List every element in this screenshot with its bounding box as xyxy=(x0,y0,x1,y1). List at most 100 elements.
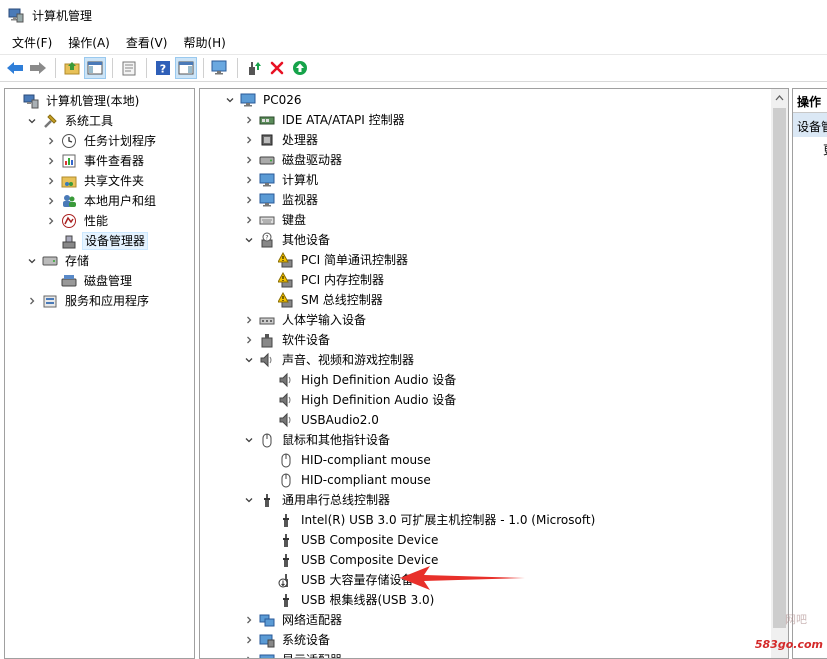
device-tree-row[interactable]: High Definition Audio 设备 xyxy=(262,390,458,410)
device-tree-label: 其他设备 xyxy=(282,233,331,247)
collapse-toggle[interactable] xyxy=(26,255,38,267)
expand-toggle[interactable] xyxy=(45,215,57,227)
show-tree-button[interactable] xyxy=(84,57,106,79)
device-tree-row[interactable]: 软件设备 xyxy=(243,330,332,350)
device-tree-row[interactable]: 磁盘驱动器 xyxy=(243,150,344,170)
menu-action[interactable]: 操作(A) xyxy=(60,32,118,53)
device-tree-row[interactable]: USBAudio2.0 xyxy=(262,410,381,430)
collapse-toggle[interactable] xyxy=(26,115,38,127)
console-tree-row[interactable]: 性能 xyxy=(45,211,110,231)
device-tree-label: USB Composite Device xyxy=(301,533,439,547)
help-button[interactable]: ? xyxy=(152,57,174,79)
back-button[interactable] xyxy=(4,57,26,79)
expand-toggle[interactable] xyxy=(26,295,38,307)
chevron-down-icon xyxy=(226,98,234,103)
forward-icon xyxy=(30,62,46,74)
menu-view[interactable]: 查看(V) xyxy=(118,32,176,53)
device-tree-row[interactable]: 计算机 xyxy=(243,170,320,190)
device-tree-row[interactable]: Intel(R) USB 3.0 可扩展主机控制器 - 1.0 (Microso… xyxy=(262,510,597,530)
action-pane-button[interactable] xyxy=(175,57,197,79)
console-tree-row[interactable]: 事件查看器 xyxy=(45,151,146,171)
console-tree-row[interactable]: 设备管理器 xyxy=(45,231,149,251)
device-tree-row[interactable]: 声音、视频和游戏控制器 xyxy=(243,350,416,370)
enable-button[interactable] xyxy=(289,57,311,79)
device-tree-row[interactable]: 鼠标和其他指针设备 xyxy=(243,430,392,450)
expand-toggle[interactable] xyxy=(45,195,57,207)
device-tree-label: IDE ATA/ATAPI 控制器 xyxy=(282,113,405,127)
scroll-up-button[interactable] xyxy=(771,89,788,106)
device-tree-row[interactable]: High Definition Audio 设备 xyxy=(262,370,458,390)
device-tree-row[interactable]: USB Composite Device xyxy=(262,530,440,550)
expand-toggle[interactable] xyxy=(243,114,255,126)
device-tree-label: 通用串行总线控制器 xyxy=(282,493,391,507)
console-tree-row[interactable]: 任务计划程序 xyxy=(45,131,158,151)
expand-toggle[interactable] xyxy=(45,155,57,167)
update-driver-button[interactable] xyxy=(243,57,265,79)
device-tree-row[interactable]: 显示适配器 xyxy=(243,650,344,658)
device-tree-row[interactable]: 键盘 xyxy=(243,210,308,230)
console-tree-row[interactable]: 磁盘管理 xyxy=(45,271,134,291)
device-tree-row[interactable]: PC026 xyxy=(224,90,304,110)
device-tree-row[interactable]: HID-compliant mouse xyxy=(262,470,433,490)
expand-toggle[interactable] xyxy=(243,174,255,186)
collapse-toggle[interactable] xyxy=(243,434,255,446)
collapse-toggle[interactable] xyxy=(243,354,255,366)
device-tree-row[interactable]: ? 其他设备 xyxy=(243,230,332,250)
expand-toggle[interactable] xyxy=(243,654,255,658)
scroll-thumb[interactable] xyxy=(773,108,786,628)
menu-help[interactable]: 帮助(H) xyxy=(175,32,233,53)
expand-toggle[interactable] xyxy=(45,135,57,147)
forward-button[interactable] xyxy=(27,57,49,79)
console-tree-row[interactable]: 共享文件夹 xyxy=(45,171,146,191)
device-tree-row[interactable]: IDE ATA/ATAPI 控制器 xyxy=(243,110,407,130)
network-adapter-icon xyxy=(259,612,275,628)
action-more[interactable]: 更 xyxy=(793,137,827,158)
expand-toggle[interactable] xyxy=(243,314,255,326)
collapse-toggle[interactable] xyxy=(224,94,236,106)
expand-toggle[interactable] xyxy=(243,154,255,166)
device-tree-label: 软件设备 xyxy=(282,333,331,347)
collapse-toggle[interactable] xyxy=(243,494,255,506)
vertical-scrollbar[interactable] xyxy=(771,89,788,658)
collapse-toggle[interactable] xyxy=(243,234,255,246)
device-tree-row[interactable]: USB 根集线器(USB 3.0) xyxy=(262,590,436,610)
expand-toggle[interactable] xyxy=(243,214,255,226)
console-tree-row[interactable]: 计算机管理(本地) xyxy=(7,91,141,111)
annotation-arrow xyxy=(400,566,525,590)
console-tree-row[interactable]: 本地用户和组 xyxy=(45,191,158,211)
device-tree-row[interactable]: 系统设备 xyxy=(243,630,332,650)
expand-toggle[interactable] xyxy=(45,175,57,187)
device-tree-row[interactable]: 通用串行总线控制器 xyxy=(243,490,392,510)
expand-toggle[interactable] xyxy=(243,134,255,146)
action-device-manager[interactable]: 设备管理器 xyxy=(793,113,827,137)
device-tree-row[interactable]: SM 总线控制器 xyxy=(262,290,385,310)
console-tree-row[interactable]: 服务和应用程序 xyxy=(26,291,151,311)
device-tree-row[interactable]: PCI 简单通讯控制器 xyxy=(262,250,410,270)
properties-button[interactable] xyxy=(118,57,140,79)
device-tree-row[interactable]: 监视器 xyxy=(243,190,320,210)
chevron-right-icon xyxy=(30,297,35,305)
uninstall-button[interactable] xyxy=(266,57,288,79)
scan-hardware-button[interactable] xyxy=(209,57,231,79)
device-tree-row[interactable]: 处理器 xyxy=(243,130,320,150)
console-tree-row[interactable]: 系统工具 xyxy=(26,111,115,131)
expand-toggle[interactable] xyxy=(243,194,255,206)
device-tree-row[interactable]: 网络适配器 xyxy=(243,610,344,630)
device-manager-icon xyxy=(61,233,77,249)
device-tree-row[interactable]: HID-compliant mouse xyxy=(262,450,433,470)
device-tree-row[interactable]: 人体学输入设备 xyxy=(243,310,368,330)
up-folder-button[interactable] xyxy=(61,57,83,79)
console-tree-row[interactable]: 存储 xyxy=(26,251,91,271)
menu-file[interactable]: 文件(F) xyxy=(4,32,60,53)
expand-toggle[interactable] xyxy=(243,334,255,346)
device-tree-row[interactable]: PCI 内存控制器 xyxy=(262,270,386,290)
device-tree-row[interactable]: USB 大容量存储设备 xyxy=(262,570,415,590)
expand-toggle[interactable] xyxy=(243,614,255,626)
device-tree-label: USBAudio2.0 xyxy=(301,413,379,427)
expand-toggle[interactable] xyxy=(243,634,255,646)
device-tree-label: 网络适配器 xyxy=(282,613,343,627)
device-tree-label: USB 大容量存储设备 xyxy=(301,573,414,587)
